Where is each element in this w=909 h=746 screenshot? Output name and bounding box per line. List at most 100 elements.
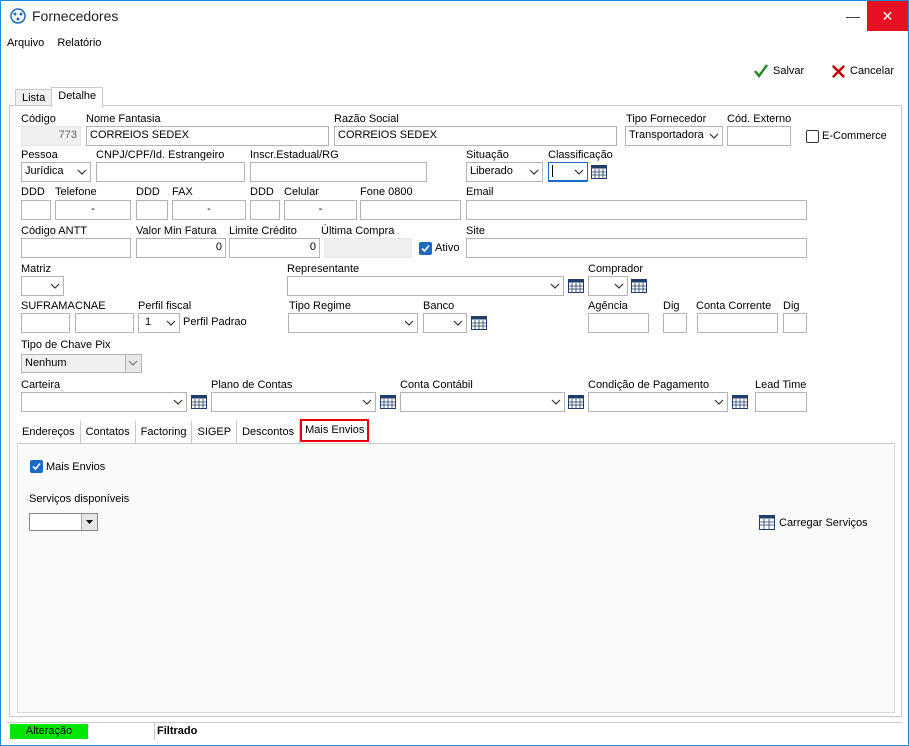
limite-field[interactable]: 0	[229, 238, 320, 258]
lead-time-field[interactable]	[755, 392, 807, 412]
tab-detalhe[interactable]: Detalhe	[51, 87, 104, 107]
matriz-select[interactable]	[21, 276, 64, 296]
close-button[interactable]: ✕	[867, 1, 908, 31]
chevron-down-icon	[128, 360, 138, 366]
comprador-label: Comprador	[588, 263, 644, 275]
tipo-chave-pix-select[interactable]: Nenhum	[21, 354, 142, 373]
antt-field[interactable]	[21, 238, 131, 258]
conta-corrente-field[interactable]	[697, 313, 778, 333]
calendar-grid-icon[interactable]	[631, 279, 647, 293]
banco-select[interactable]	[423, 313, 467, 333]
fone0800-field[interactable]	[360, 200, 461, 220]
telefone-field[interactable]: -	[55, 200, 131, 220]
chevron-down-icon	[362, 399, 372, 405]
inscr-field[interactable]	[250, 162, 427, 182]
ecommerce-checkbox[interactable]	[806, 130, 819, 143]
chevron-down-icon	[50, 283, 60, 289]
triangle-down-icon	[86, 520, 93, 524]
tab-mais-envios[interactable]: Mais Envios	[300, 419, 370, 442]
codigo-field[interactable]: 773	[21, 126, 81, 146]
ddd2-field[interactable]	[136, 200, 168, 220]
email-label: Email	[466, 186, 494, 198]
tipo-regime-select[interactable]	[288, 313, 418, 333]
agencia-field[interactable]	[588, 313, 649, 333]
dropdown-button	[81, 514, 97, 530]
calendar-grid-icon[interactable]	[732, 395, 748, 409]
sub-tabs: Endereços Contatos Factoring SIGEP Desco…	[17, 419, 370, 443]
menu-arquivo[interactable]: Arquivo	[7, 37, 44, 49]
nome-fantasia-label: Nome Fantasia	[86, 113, 161, 125]
cnae-field[interactable]	[75, 313, 134, 333]
servicos-label: Serviços disponíveis	[29, 493, 130, 505]
valor-min-field[interactable]: 0	[136, 238, 226, 258]
plano-contas-select[interactable]	[211, 392, 376, 412]
pessoa-select[interactable]: Jurídica	[21, 162, 91, 182]
situacao-value: Liberado	[470, 165, 513, 177]
calendar-grid-icon[interactable]	[191, 395, 207, 409]
chevron-down-icon	[614, 283, 624, 289]
ecommerce-label: E-Commerce	[822, 130, 887, 142]
calendar-grid-icon[interactable]	[591, 165, 607, 179]
suframa-field[interactable]	[21, 313, 70, 333]
ddd3-field[interactable]	[250, 200, 280, 220]
carteira-select[interactable]	[21, 392, 187, 412]
chevron-down-icon	[709, 133, 719, 139]
ddd-field[interactable]	[21, 200, 51, 220]
pessoa-value: Jurídica	[25, 165, 64, 177]
status-filter: Filtrado	[157, 725, 198, 737]
comprador-select[interactable]	[588, 276, 628, 296]
ultima-compra-label: Última Compra	[321, 225, 395, 237]
perfil-fiscal-label: Perfil fiscal	[138, 300, 192, 312]
antt-label: Código ANTT	[21, 225, 88, 237]
classificacao-select[interactable]	[548, 162, 588, 182]
calendar-grid-icon[interactable]	[380, 395, 396, 409]
tab-descontos[interactable]: Descontos	[237, 421, 301, 443]
site-field[interactable]	[466, 238, 807, 258]
codigo-label: Código	[21, 113, 56, 125]
matriz-label: Matriz	[21, 263, 51, 275]
situacao-label: Situação	[466, 149, 509, 161]
classificacao-label: Classificação	[548, 149, 613, 161]
calendar-grid-icon[interactable]	[568, 279, 584, 293]
dig-field[interactable]	[663, 313, 687, 333]
ativo-checkbox[interactable]	[419, 242, 432, 255]
tab-enderecos[interactable]: Endereços	[17, 421, 81, 443]
tab-contatos[interactable]: Contatos	[81, 421, 136, 443]
calendar-grid-icon[interactable]	[471, 316, 487, 330]
menu-relatorio[interactable]: Relatório	[57, 37, 101, 49]
tipo-fornecedor-select[interactable]: Transportadora	[625, 126, 723, 146]
mais-envios-checkbox[interactable]	[30, 460, 43, 473]
dig2-label: Dig	[783, 300, 800, 312]
email-field[interactable]	[466, 200, 807, 220]
tab-factoring[interactable]: Factoring	[136, 421, 193, 443]
window: Fornecedores — ✕ Arquivo Relatório Salva…	[0, 0, 909, 746]
tipo-fornecedor-label: Tipo Fornecedor	[626, 113, 707, 125]
status-bar: Alteração Filtrado	[7, 722, 902, 740]
ultima-compra-field	[324, 238, 412, 258]
inscr-label: Inscr.Estadual/RG	[250, 149, 339, 161]
cod-externo-field[interactable]	[727, 126, 791, 146]
nome-fantasia-field[interactable]: CORREIOS SEDEX	[86, 126, 329, 146]
ddd2-label: DDD	[136, 186, 160, 198]
cancel-button[interactable]: Cancelar	[831, 63, 894, 79]
cond-pagamento-label: Condição de Pagamento	[588, 379, 710, 391]
celular-field[interactable]: -	[284, 200, 357, 220]
suframa-label: SUFRAMA	[21, 300, 75, 312]
cnpj-field[interactable]	[96, 162, 245, 182]
save-button[interactable]: Salvar	[753, 63, 804, 79]
ddd-label: DDD	[21, 186, 45, 198]
celular-label: Celular	[284, 186, 319, 198]
situacao-select[interactable]: Liberado	[466, 162, 543, 182]
servicos-select[interactable]	[29, 513, 98, 531]
calendar-grid-icon[interactable]	[568, 395, 584, 409]
perfil-fiscal-select[interactable]: 1	[138, 313, 180, 333]
tab-sigep[interactable]: SIGEP	[192, 421, 238, 443]
cond-pagamento-select[interactable]	[588, 392, 728, 412]
conta-contabil-select[interactable]	[400, 392, 565, 412]
dig2-field[interactable]	[783, 313, 807, 333]
representante-select[interactable]	[287, 276, 564, 296]
fax-field[interactable]: -	[172, 200, 246, 220]
razao-social-field[interactable]: CORREIOS SEDEX	[334, 126, 617, 146]
carregar-servicos-button[interactable]: Carregar Serviços	[759, 515, 868, 530]
title-bar: Fornecedores — ✕	[1, 1, 908, 31]
